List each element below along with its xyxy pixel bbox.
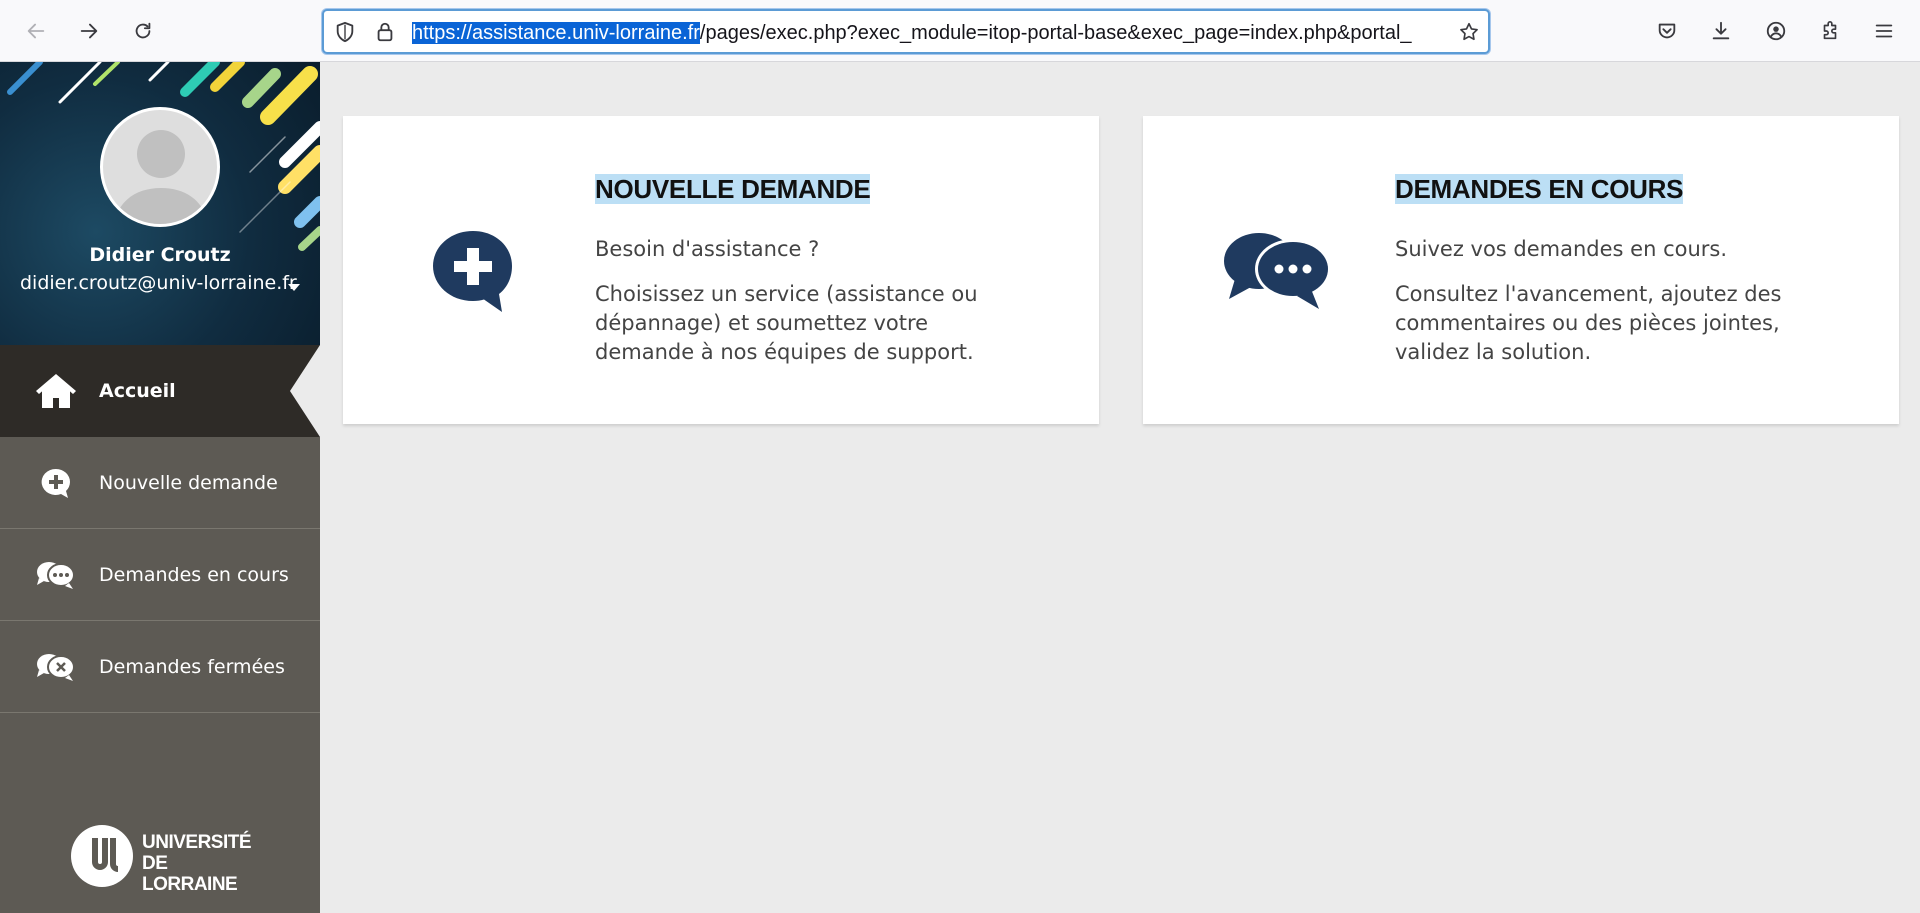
browser-toolbar: https://assistance.univ-lorraine.fr/page… <box>0 0 1920 62</box>
chat-close-icon <box>34 645 78 689</box>
account-button[interactable] <box>1757 12 1795 50</box>
active-indicator <box>290 345 320 437</box>
home-icon <box>34 369 78 413</box>
sidebar-item-label: Accueil <box>99 380 176 402</box>
arrow-right-icon <box>80 23 98 39</box>
sidebar-item-label: Demandes fermées <box>99 655 285 678</box>
user-name: Didier Croutz <box>89 244 231 266</box>
sidebar-item-demandes-en-cours[interactable]: Demandes en cours <box>0 529 320 621</box>
sidebar-item-label: Nouvelle demande <box>99 471 278 494</box>
card-description: Choisissez un service (assistance ou dép… <box>595 282 978 364</box>
hamburger-icon <box>1875 24 1893 38</box>
reload-icon <box>135 22 151 39</box>
pocket-icon <box>1658 23 1676 39</box>
url-selected: https://assistance.univ-lorraine.fr <box>412 22 700 44</box>
user-email[interactable]: didier.croutz@univ-lorraine.fr <box>20 272 310 294</box>
card-title: NOUVELLE DEMANDE <box>595 174 871 204</box>
chat-ellipsis-icon <box>34 553 78 597</box>
chat-ellipsis-icon <box>1221 221 1335 321</box>
sidebar-item-accueil[interactable]: Accueil <box>0 345 320 437</box>
extensions-button[interactable] <box>1811 12 1849 50</box>
card-subtitle: Suivez vos demandes en cours. <box>1395 237 1728 261</box>
star-icon[interactable] <box>1458 21 1480 43</box>
forward-button[interactable] <box>70 12 108 50</box>
university-logo-text: UNIVERSITÉ DE LORRAINE <box>142 832 252 895</box>
sidebar: Didier Croutz didier.croutz@univ-lorrain… <box>0 62 320 913</box>
pocket-button[interactable] <box>1648 12 1686 50</box>
arrow-left-icon <box>27 23 45 39</box>
url-text[interactable]: https://assistance.univ-lorraine.fr/page… <box>412 21 1442 45</box>
card-title: DEMANDES EN COURS <box>1395 174 1684 204</box>
sidebar-item-demandes-fermees[interactable]: Demandes fermées <box>0 621 320 713</box>
sidebar-item-label: Demandes en cours <box>99 563 289 586</box>
user-profile: Didier Croutz didier.croutz@univ-lorrain… <box>0 62 320 345</box>
downloads-button[interactable] <box>1702 12 1740 50</box>
chevron-down-icon[interactable] <box>288 284 300 291</box>
reload-button[interactable] <box>124 12 162 50</box>
card-demandes-en-cours[interactable]: DEMANDES EN COURS Suivez vos demandes en… <box>1143 116 1899 424</box>
card-nouvelle-demande[interactable]: NOUVELLE DEMANDE Besoin d'assistance ? C… <box>343 116 1099 424</box>
university-logo: UNIVERSITÉ DE LORRAINE <box>70 822 260 895</box>
sidebar-item-nouvelle-demande[interactable]: Nouvelle demande <box>0 437 320 529</box>
lock-icon[interactable] <box>374 21 396 43</box>
account-icon <box>1766 21 1786 41</box>
download-icon <box>1712 21 1730 40</box>
card-subtitle: Besoin d'assistance ? <box>595 237 820 261</box>
chat-plus-icon <box>423 221 523 321</box>
ul-logo-icon <box>71 825 133 887</box>
chat-plus-icon <box>34 461 78 505</box>
url-bar[interactable]: https://assistance.univ-lorraine.fr/page… <box>322 9 1490 54</box>
back-button[interactable] <box>17 12 55 50</box>
card-description: Consultez l'avancement, ajoutez des comm… <box>1395 282 1782 364</box>
avatar[interactable] <box>100 107 220 227</box>
puzzle-icon <box>1823 21 1837 40</box>
menu-button[interactable] <box>1865 12 1903 50</box>
shield-icon[interactable] <box>334 21 356 43</box>
url-path: /pages/exec.php?exec_module=itop-portal-… <box>699 22 1412 44</box>
